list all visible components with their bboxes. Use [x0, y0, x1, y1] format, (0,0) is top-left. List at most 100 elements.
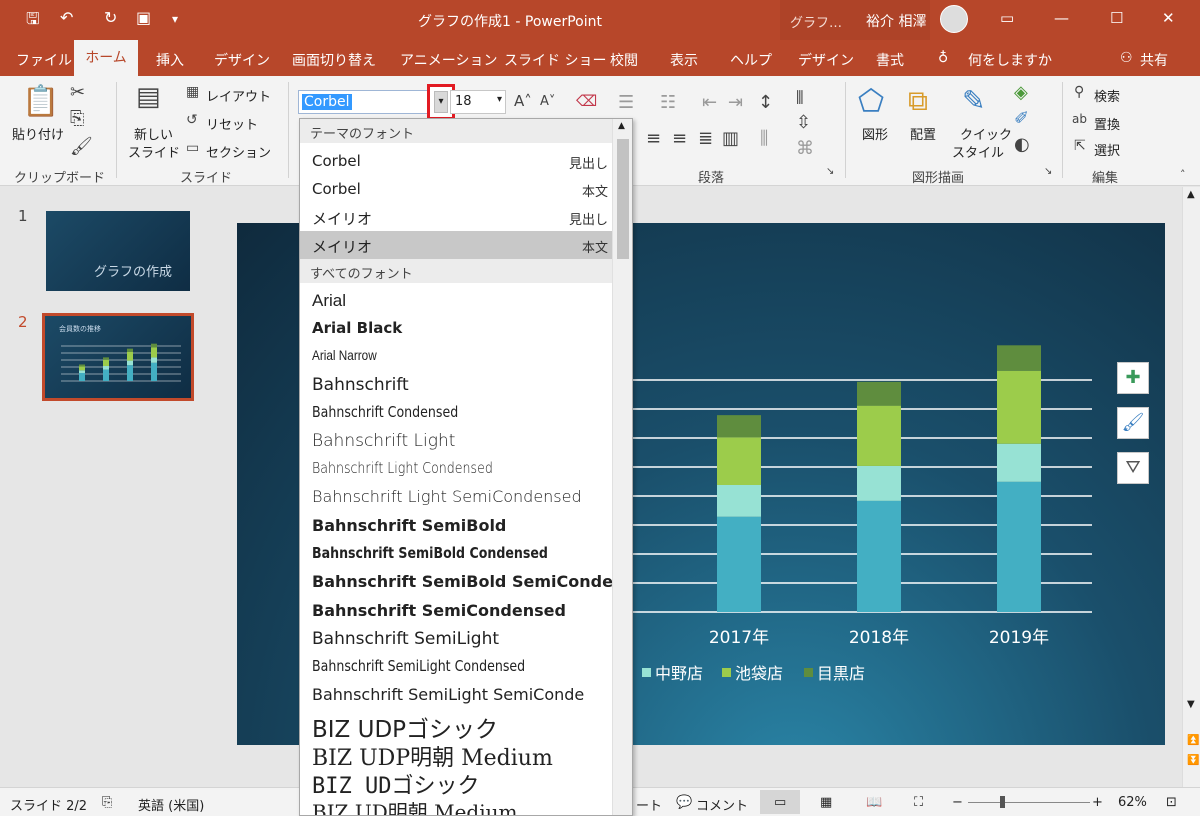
- theme-font-item[interactable]: Corbel 本文: [300, 175, 612, 203]
- maximize-icon[interactable]: ☐: [1110, 9, 1123, 27]
- clear-formatting-icon[interactable]: ⌫: [576, 92, 597, 110]
- font-item[interactable]: Bahnschrift: [300, 371, 612, 401]
- chevron-down-icon[interactable]: ▾: [497, 94, 502, 105]
- bar-segment[interactable]: [717, 516, 761, 612]
- slide-sorter-icon[interactable]: ▦: [820, 795, 832, 810]
- tab-home[interactable]: ホーム: [74, 40, 138, 76]
- font-item[interactable]: Bahnschrift Condensed: [300, 399, 612, 429]
- arrange-icon[interactable]: ⧉: [908, 84, 928, 118]
- zoom-in-icon[interactable]: +: [1092, 795, 1103, 810]
- zoom-slider[interactable]: [968, 802, 1090, 803]
- font-item[interactable]: Bahnschrift Light: [300, 427, 612, 457]
- font-item[interactable]: BIZ UDP明朝 Medium: [300, 739, 612, 769]
- bar-segment[interactable]: [997, 481, 1041, 612]
- font-item[interactable]: Bahnschrift Light SemiCondensed: [300, 483, 612, 513]
- font-item[interactable]: Bahnschrift SemiBold Condensed: [300, 540, 612, 570]
- font-dropdown-list[interactable]: テーマのフォント Corbel 見出し Corbel 本文 メイリオ 見出し メイリオ 本文 …: [299, 118, 633, 816]
- spellcheck-icon[interactable]: ⎘: [102, 795, 112, 810]
- bullets-icon[interactable]: ☰: [618, 92, 634, 113]
- font-item[interactable]: Bahnschrift Light Condensed: [300, 455, 612, 485]
- tab-design[interactable]: デザイン: [214, 50, 270, 70]
- bar-segment[interactable]: [717, 485, 761, 517]
- font-item[interactable]: Arial: [300, 287, 612, 317]
- bar-segment[interactable]: [717, 437, 761, 485]
- copy-icon[interactable]: ⎘: [70, 108, 84, 129]
- bar-segment[interactable]: [997, 345, 1041, 371]
- slideshow-view-icon[interactable]: ⛶: [914, 795, 923, 810]
- bar-segment[interactable]: [857, 405, 901, 466]
- theme-font-item[interactable]: メイリオ 見出し: [300, 203, 612, 231]
- ribbon-display-icon[interactable]: ▭: [1000, 9, 1014, 27]
- tab-format[interactable]: 書式: [876, 50, 904, 70]
- scrollbar-thumb[interactable]: [617, 139, 629, 259]
- tab-review[interactable]: 校閲: [610, 50, 638, 70]
- align-right-icon[interactable]: ≡: [672, 128, 687, 149]
- tab-slideshow[interactable]: スライド ショー: [504, 50, 606, 70]
- font-item[interactable]: Bahnschrift SemiLight: [300, 625, 612, 655]
- slide-thumbnail-1[interactable]: グラフの作成: [46, 211, 190, 291]
- select-button[interactable]: 選択: [1094, 140, 1120, 159]
- layout-button[interactable]: レイアウト: [206, 86, 271, 105]
- collapse-ribbon-icon[interactable]: ˄: [1180, 168, 1186, 181]
- shape-fill-icon[interactable]: ◈: [1014, 82, 1028, 103]
- save-icon[interactable]: 🖫: [26, 8, 40, 35]
- start-slideshow-icon[interactable]: ▣: [136, 8, 151, 27]
- quick-styles-button[interactable]: クイック: [960, 124, 1012, 143]
- paste-button[interactable]: 貼り付け: [12, 124, 64, 143]
- undo-icon[interactable]: ↶: [60, 8, 73, 27]
- bar-segment[interactable]: [717, 415, 761, 438]
- theme-font-item[interactable]: メイリオ 本文: [300, 231, 612, 259]
- new-slide-button-line2[interactable]: スライド: [128, 142, 180, 161]
- replace-icon[interactable]: ab: [1072, 112, 1087, 126]
- arrange-button[interactable]: 配置: [910, 124, 936, 143]
- scroll-up-icon[interactable]: ▲: [618, 121, 625, 131]
- shapes-button[interactable]: 図形: [862, 124, 888, 143]
- grow-font-icon[interactable]: A˄: [514, 92, 532, 110]
- decrease-indent-icon[interactable]: ⇤: [702, 92, 717, 113]
- shapes-icon[interactable]: ⬠: [858, 84, 884, 119]
- tab-transitions[interactable]: 画面切り替え: [292, 50, 376, 70]
- zoom-level[interactable]: 62%: [1118, 795, 1147, 810]
- user-name[interactable]: 裕介 相澤: [866, 11, 926, 31]
- tab-insert[interactable]: 挿入: [156, 50, 184, 70]
- comments-button[interactable]: コメント: [696, 795, 748, 814]
- chart-styles-button[interactable]: 🖌: [1117, 407, 1149, 439]
- reset-icon[interactable]: ↺: [186, 112, 198, 128]
- tab-view[interactable]: 表示: [670, 50, 698, 70]
- vertical-scrollbar[interactable]: ▲ ▼ ⏫ ⏬: [1182, 187, 1200, 787]
- scroll-up-icon[interactable]: ▲: [1187, 189, 1195, 200]
- tell-me-search[interactable]: 何をしますか: [968, 50, 1052, 70]
- tab-chart-design[interactable]: デザイン: [798, 50, 854, 70]
- avatar[interactable]: [940, 5, 968, 33]
- chart-filters-button[interactable]: ⛛: [1117, 452, 1149, 484]
- format-painter-icon[interactable]: 🖌: [70, 136, 93, 157]
- new-slide-button[interactable]: 新しい: [134, 124, 173, 143]
- align-center-icon[interactable]: ≡: [646, 128, 661, 149]
- font-item[interactable]: Bahnschrift SemiLight Condensed: [300, 653, 612, 683]
- distributed-icon[interactable]: ▥: [722, 128, 739, 149]
- scroll-down-icon[interactable]: ▼: [1187, 699, 1195, 710]
- zoom-slider-thumb[interactable]: [1000, 796, 1005, 808]
- font-size-combobox[interactable]: 18 ▾: [450, 90, 506, 114]
- columns-icon[interactable]: ⫼: [760, 128, 768, 149]
- quick-styles-icon[interactable]: ✎: [962, 84, 985, 117]
- dropdown-scrollbar[interactable]: ▲: [612, 119, 632, 815]
- theme-font-item[interactable]: Corbel 見出し: [300, 147, 612, 175]
- smartart-icon[interactable]: ⌘: [796, 138, 814, 159]
- find-button[interactable]: 検索: [1094, 86, 1120, 105]
- reading-view-icon[interactable]: 📖: [866, 795, 882, 810]
- tab-help[interactable]: ヘルプ: [730, 50, 772, 70]
- font-item[interactable]: Arial Narrow: [300, 343, 612, 373]
- dialog-launcher-icon[interactable]: ↘: [1044, 166, 1052, 177]
- close-icon[interactable]: ✕: [1162, 9, 1175, 27]
- shrink-font-icon[interactable]: A˅: [540, 94, 555, 109]
- cut-icon[interactable]: ✂: [70, 82, 85, 103]
- next-slide-icon[interactable]: ⏬: [1187, 755, 1199, 766]
- replace-button[interactable]: 置換: [1094, 114, 1120, 133]
- slide-thumbnail-2[interactable]: 会員数の推移: [42, 313, 194, 401]
- paste-icon[interactable]: 📋: [22, 84, 59, 119]
- tab-file[interactable]: ファイル: [16, 50, 72, 70]
- font-name-combobox[interactable]: Corbel: [298, 90, 428, 114]
- quick-styles-button-line2[interactable]: スタイル: [952, 142, 1004, 161]
- comments-icon[interactable]: 💬: [676, 795, 692, 810]
